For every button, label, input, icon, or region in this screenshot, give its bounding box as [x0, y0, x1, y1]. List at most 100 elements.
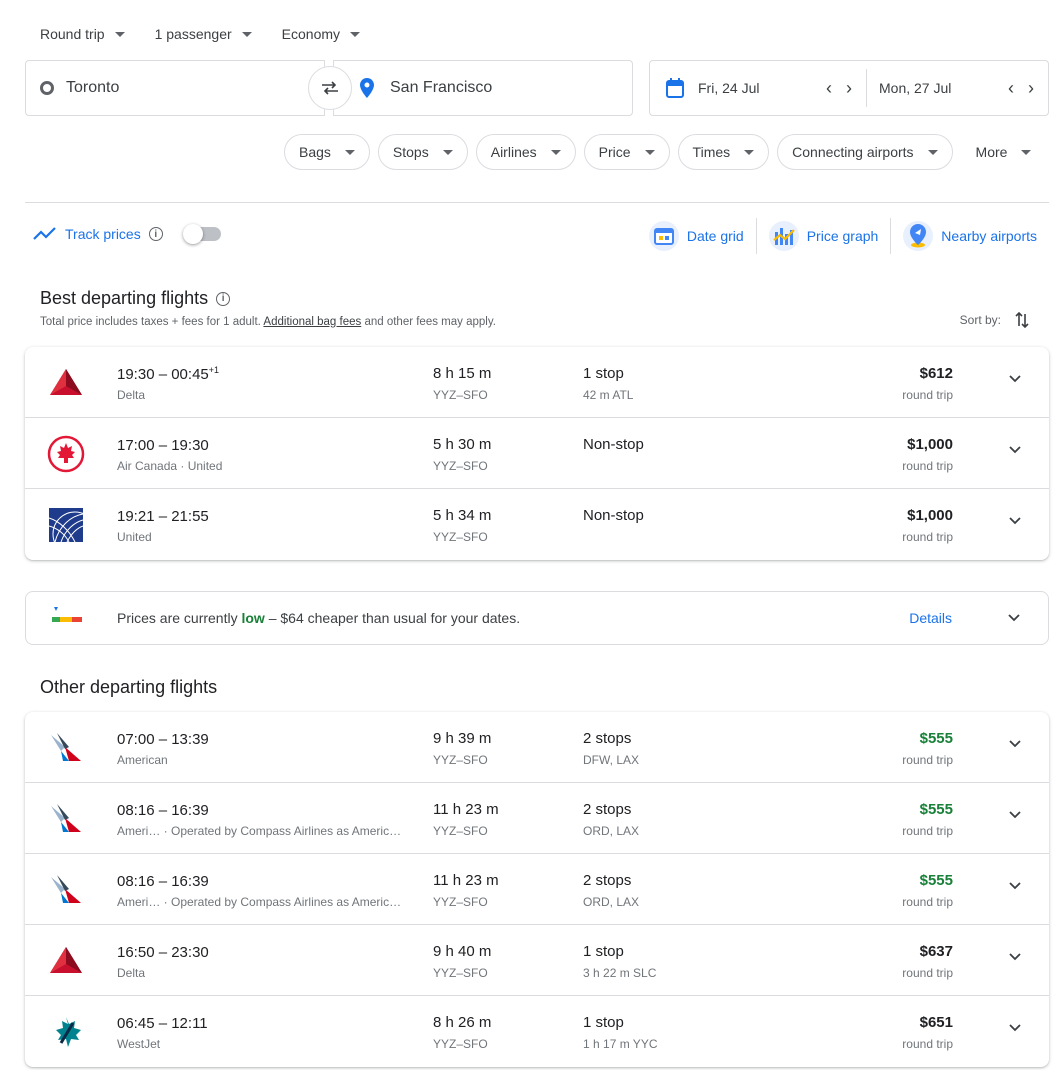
filter-more[interactable]: More — [960, 134, 1039, 170]
search-options: Round trip 1 passenger Economy — [40, 26, 361, 42]
flight-row[interactable]: 06:45 – 12:11 WestJet 8 h 26 m YYZ–SFO 1 sto… — [25, 996, 1049, 1067]
flight-times-text: 07:00 – 13:39 — [117, 731, 209, 748]
flight-stops: 2 stops — [583, 730, 632, 747]
next-date-button[interactable]: › — [1028, 78, 1034, 99]
flight-price: $651 — [919, 1014, 953, 1031]
return-date-nav: ‹ › — [1008, 78, 1034, 99]
flight-duration: 9 h 40 m — [433, 943, 492, 960]
delta-logo — [47, 942, 85, 980]
info-icon[interactable]: i — [148, 227, 163, 241]
filter-times[interactable]: Times — [677, 134, 770, 170]
flight-route: YYZ–SFO — [433, 1037, 488, 1051]
chevron-down-icon[interactable] — [1009, 951, 1021, 963]
origin-value: Toronto — [66, 79, 120, 96]
filter-airlines[interactable]: Airlines — [475, 134, 576, 170]
chevron-down-icon[interactable] — [1009, 1022, 1021, 1034]
chevron-down-icon[interactable] — [1009, 880, 1021, 892]
depart-date-field[interactable]: Fri, 24 Jul ‹ › — [650, 61, 866, 115]
filter-bags[interactable]: Bags — [284, 134, 370, 170]
chevron-down-icon[interactable] — [1008, 614, 1020, 622]
chevron-down-icon[interactable] — [1009, 444, 1021, 456]
details-link[interactable]: Details — [909, 610, 952, 626]
flight-times: 06:45 – 12:11 — [117, 1014, 208, 1032]
track-prices: Track prices i — [33, 224, 221, 244]
filter-connecting-airports[interactable]: Connecting airports — [777, 134, 953, 170]
price-type: round trip — [902, 824, 953, 838]
depart-date-value: Fri, 24 Jul — [698, 80, 760, 96]
swap-locations-button[interactable] — [308, 66, 352, 110]
info-icon[interactable]: i — [216, 291, 231, 306]
prev-date-button[interactable]: ‹ — [826, 78, 832, 99]
next-date-button[interactable]: › — [846, 78, 852, 99]
destination-field[interactable]: San Francisco — [333, 60, 633, 116]
flight-row[interactable]: 08:16 – 16:39 Ameri… · Operated by Compas… — [25, 854, 1049, 925]
flight-row[interactable]: 16:50 – 23:30 Delta 9 h 40 m YYZ–SFO 1 stop 3… — [25, 925, 1049, 996]
stop-detail: ORD, LAX — [583, 895, 640, 909]
price-insight[interactable]: Prices are currently low – $64 cheaper t… — [25, 591, 1049, 645]
sort-control[interactable]: Sort by: — [960, 312, 1029, 328]
tools-bar: Date grid Price graph Nearby airports — [637, 218, 1049, 254]
flight-price: $1,000 — [907, 436, 953, 453]
flight-route: YYZ–SFO — [433, 966, 488, 980]
flight-times-text: 06:45 – 12:11 — [117, 1015, 208, 1032]
airline-name: Ameri… · Operated by Compass Airlines as… — [117, 895, 402, 909]
calendar-icon — [666, 78, 684, 98]
chevron-down-icon[interactable] — [1009, 515, 1021, 527]
flight-row[interactable]: 17:00 – 19:30 Air Canada · United 5 h 30 m… — [25, 418, 1049, 489]
trip-type-select[interactable]: Round trip — [40, 26, 125, 42]
date-grid-label: Date grid — [686, 228, 744, 244]
filter-stops[interactable]: Stops — [377, 134, 468, 170]
price-type: round trip — [902, 1037, 953, 1051]
date-grid-icon — [648, 221, 679, 251]
price-graph-button[interactable]: Price graph — [755, 218, 891, 254]
american-logo — [47, 800, 85, 838]
price-note-text: Total price includes taxes + fees for 1 … — [40, 316, 264, 328]
price-graph-icon — [768, 221, 799, 251]
flight-row[interactable]: 19:30 – 00:45+1 Delta 8 h 15 m YYZ–SFO 1 sto… — [25, 347, 1049, 418]
flight-times-text: 08:16 – 16:39 — [117, 873, 209, 890]
nearby-airports-button[interactable]: Nearby airports — [890, 218, 1049, 254]
flight-duration: 5 h 34 m — [433, 507, 492, 524]
prev-date-button[interactable]: ‹ — [1008, 78, 1014, 99]
bag-fees-link[interactable]: Additional bag fees — [263, 316, 361, 328]
flight-times-text: 19:21 – 21:55 — [117, 508, 209, 525]
date-grid-button[interactable]: Date grid — [637, 218, 756, 254]
return-date-field[interactable]: Mon, 27 Jul ‹ › — [866, 69, 1048, 107]
cabin-select[interactable]: Economy — [282, 26, 361, 42]
flight-row[interactable]: 19:21 – 21:55 United 5 h 34 m YYZ–SFO Non-st… — [25, 489, 1049, 560]
chevron-down-icon[interactable] — [1009, 809, 1021, 821]
flight-row[interactable]: 07:00 – 13:39 American 9 h 39 m YYZ–SFO 2 st… — [25, 712, 1049, 783]
flight-times: 17:00 – 19:30 — [117, 436, 209, 454]
price-graph-label: Price graph — [806, 228, 879, 244]
airline-name: Delta — [117, 966, 146, 980]
filter-label: More — [975, 144, 1008, 160]
price-type: round trip — [902, 388, 953, 402]
track-prices-toggle[interactable] — [182, 224, 221, 244]
flight-duration: 8 h 15 m — [433, 365, 492, 382]
airline-name: United — [117, 530, 152, 544]
flight-row[interactable]: 08:16 – 16:39 Ameri… · Operated by Compas… — [25, 783, 1049, 854]
caret-down-icon — [744, 149, 755, 155]
sort-icon — [1015, 312, 1029, 328]
insight-text: Prices are currently low – $64 cheaper t… — [117, 610, 520, 626]
chevron-down-icon[interactable] — [1009, 373, 1021, 385]
filter-label: Times — [692, 144, 731, 160]
price-note-tail: and other fees may apply. — [361, 316, 496, 328]
chevron-down-icon[interactable] — [1009, 738, 1021, 750]
flight-price: $555 — [919, 730, 953, 747]
caret-down-icon — [442, 149, 453, 155]
airline-name: WestJet — [117, 1037, 161, 1051]
flight-route: YYZ–SFO — [433, 530, 488, 544]
flight-times: 19:30 – 00:45+1 — [117, 365, 219, 383]
caret-down-icon — [644, 149, 655, 155]
flight-stops: 2 stops — [583, 872, 632, 889]
passengers-select[interactable]: 1 passenger — [155, 26, 252, 42]
other-flights-title: Other departing flights — [40, 677, 217, 698]
price-note: Total price includes taxes + fees for 1 … — [40, 316, 496, 328]
flight-stops: Non-stop — [583, 436, 644, 453]
filter-price[interactable]: Price — [583, 134, 670, 170]
swap-icon — [322, 81, 338, 95]
insight-prefix: Prices are currently — [117, 610, 242, 626]
return-date-value: Mon, 27 Jul — [879, 80, 952, 96]
origin-field[interactable]: Toronto — [25, 60, 325, 116]
